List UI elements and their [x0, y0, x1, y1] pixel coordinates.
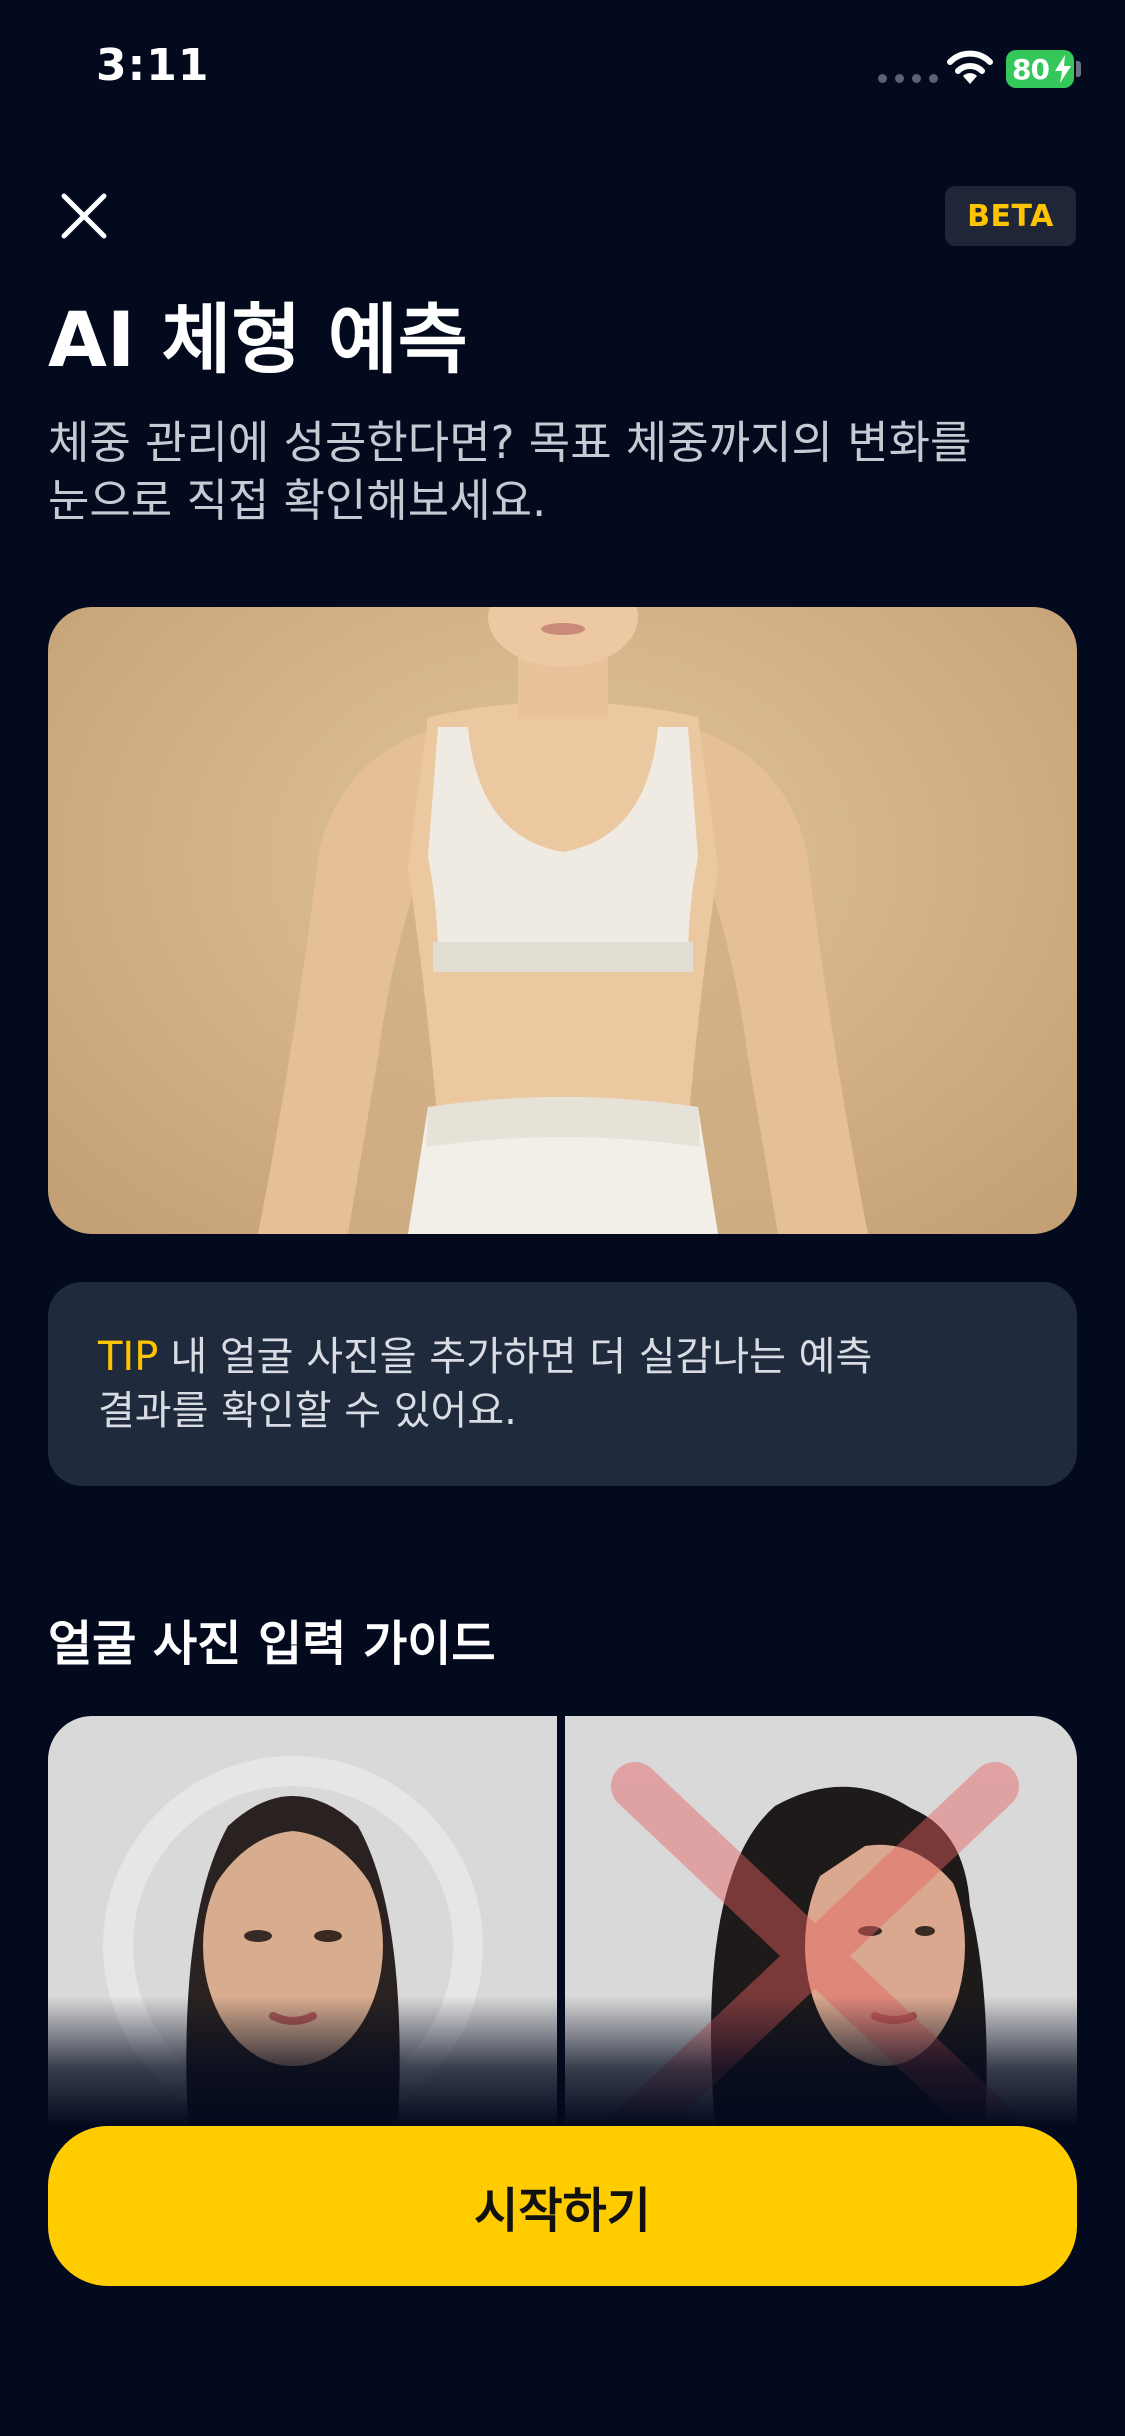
- cellular-signal-icon: [878, 74, 938, 83]
- beta-badge: BETA: [945, 186, 1076, 246]
- battery-cap: [1076, 61, 1081, 77]
- tip-text-1: 내 얼굴 사진을 추가하면 더 실감나는 예측: [170, 1334, 873, 1380]
- subtitle-line-1: 체중 관리에 성공한다면? 목표 체중까지의 변화를: [48, 416, 972, 469]
- page-title: AI 체형 예측: [48, 295, 468, 384]
- subtitle-line-2: 눈으로 직접 확인해보세요.: [48, 474, 547, 527]
- tip-box: TIP 내 얼굴 사진을 추가하면 더 실감나는 예측 결과를 확인할 수 있어요…: [48, 1282, 1077, 1486]
- start-button[interactable]: 시작하기: [48, 2126, 1077, 2286]
- tip-label: TIP: [98, 1334, 159, 1380]
- tip-text-2: 결과를 확인할 수 있어요.: [98, 1388, 517, 1434]
- wifi-icon: [947, 50, 993, 84]
- battery-level: 80: [1012, 52, 1050, 86]
- bottom-fade-overlay: [0, 1996, 1125, 2126]
- close-icon[interactable]: [60, 192, 108, 240]
- guide-title: 얼굴 사진 입력 가이드: [48, 1616, 496, 1672]
- body-prediction-hero-image: [48, 607, 1077, 1234]
- status-time: 3:11: [96, 40, 210, 91]
- page-subtitle: 체중 관리에 성공한다면? 목표 체중까지의 변화를 눈으로 직접 확인해보세요…: [48, 414, 1078, 530]
- tip-line-1: TIP 내 얼굴 사진을 추가하면 더 실감나는 예측: [98, 1330, 1029, 1384]
- charging-bolt-icon: [1055, 55, 1071, 83]
